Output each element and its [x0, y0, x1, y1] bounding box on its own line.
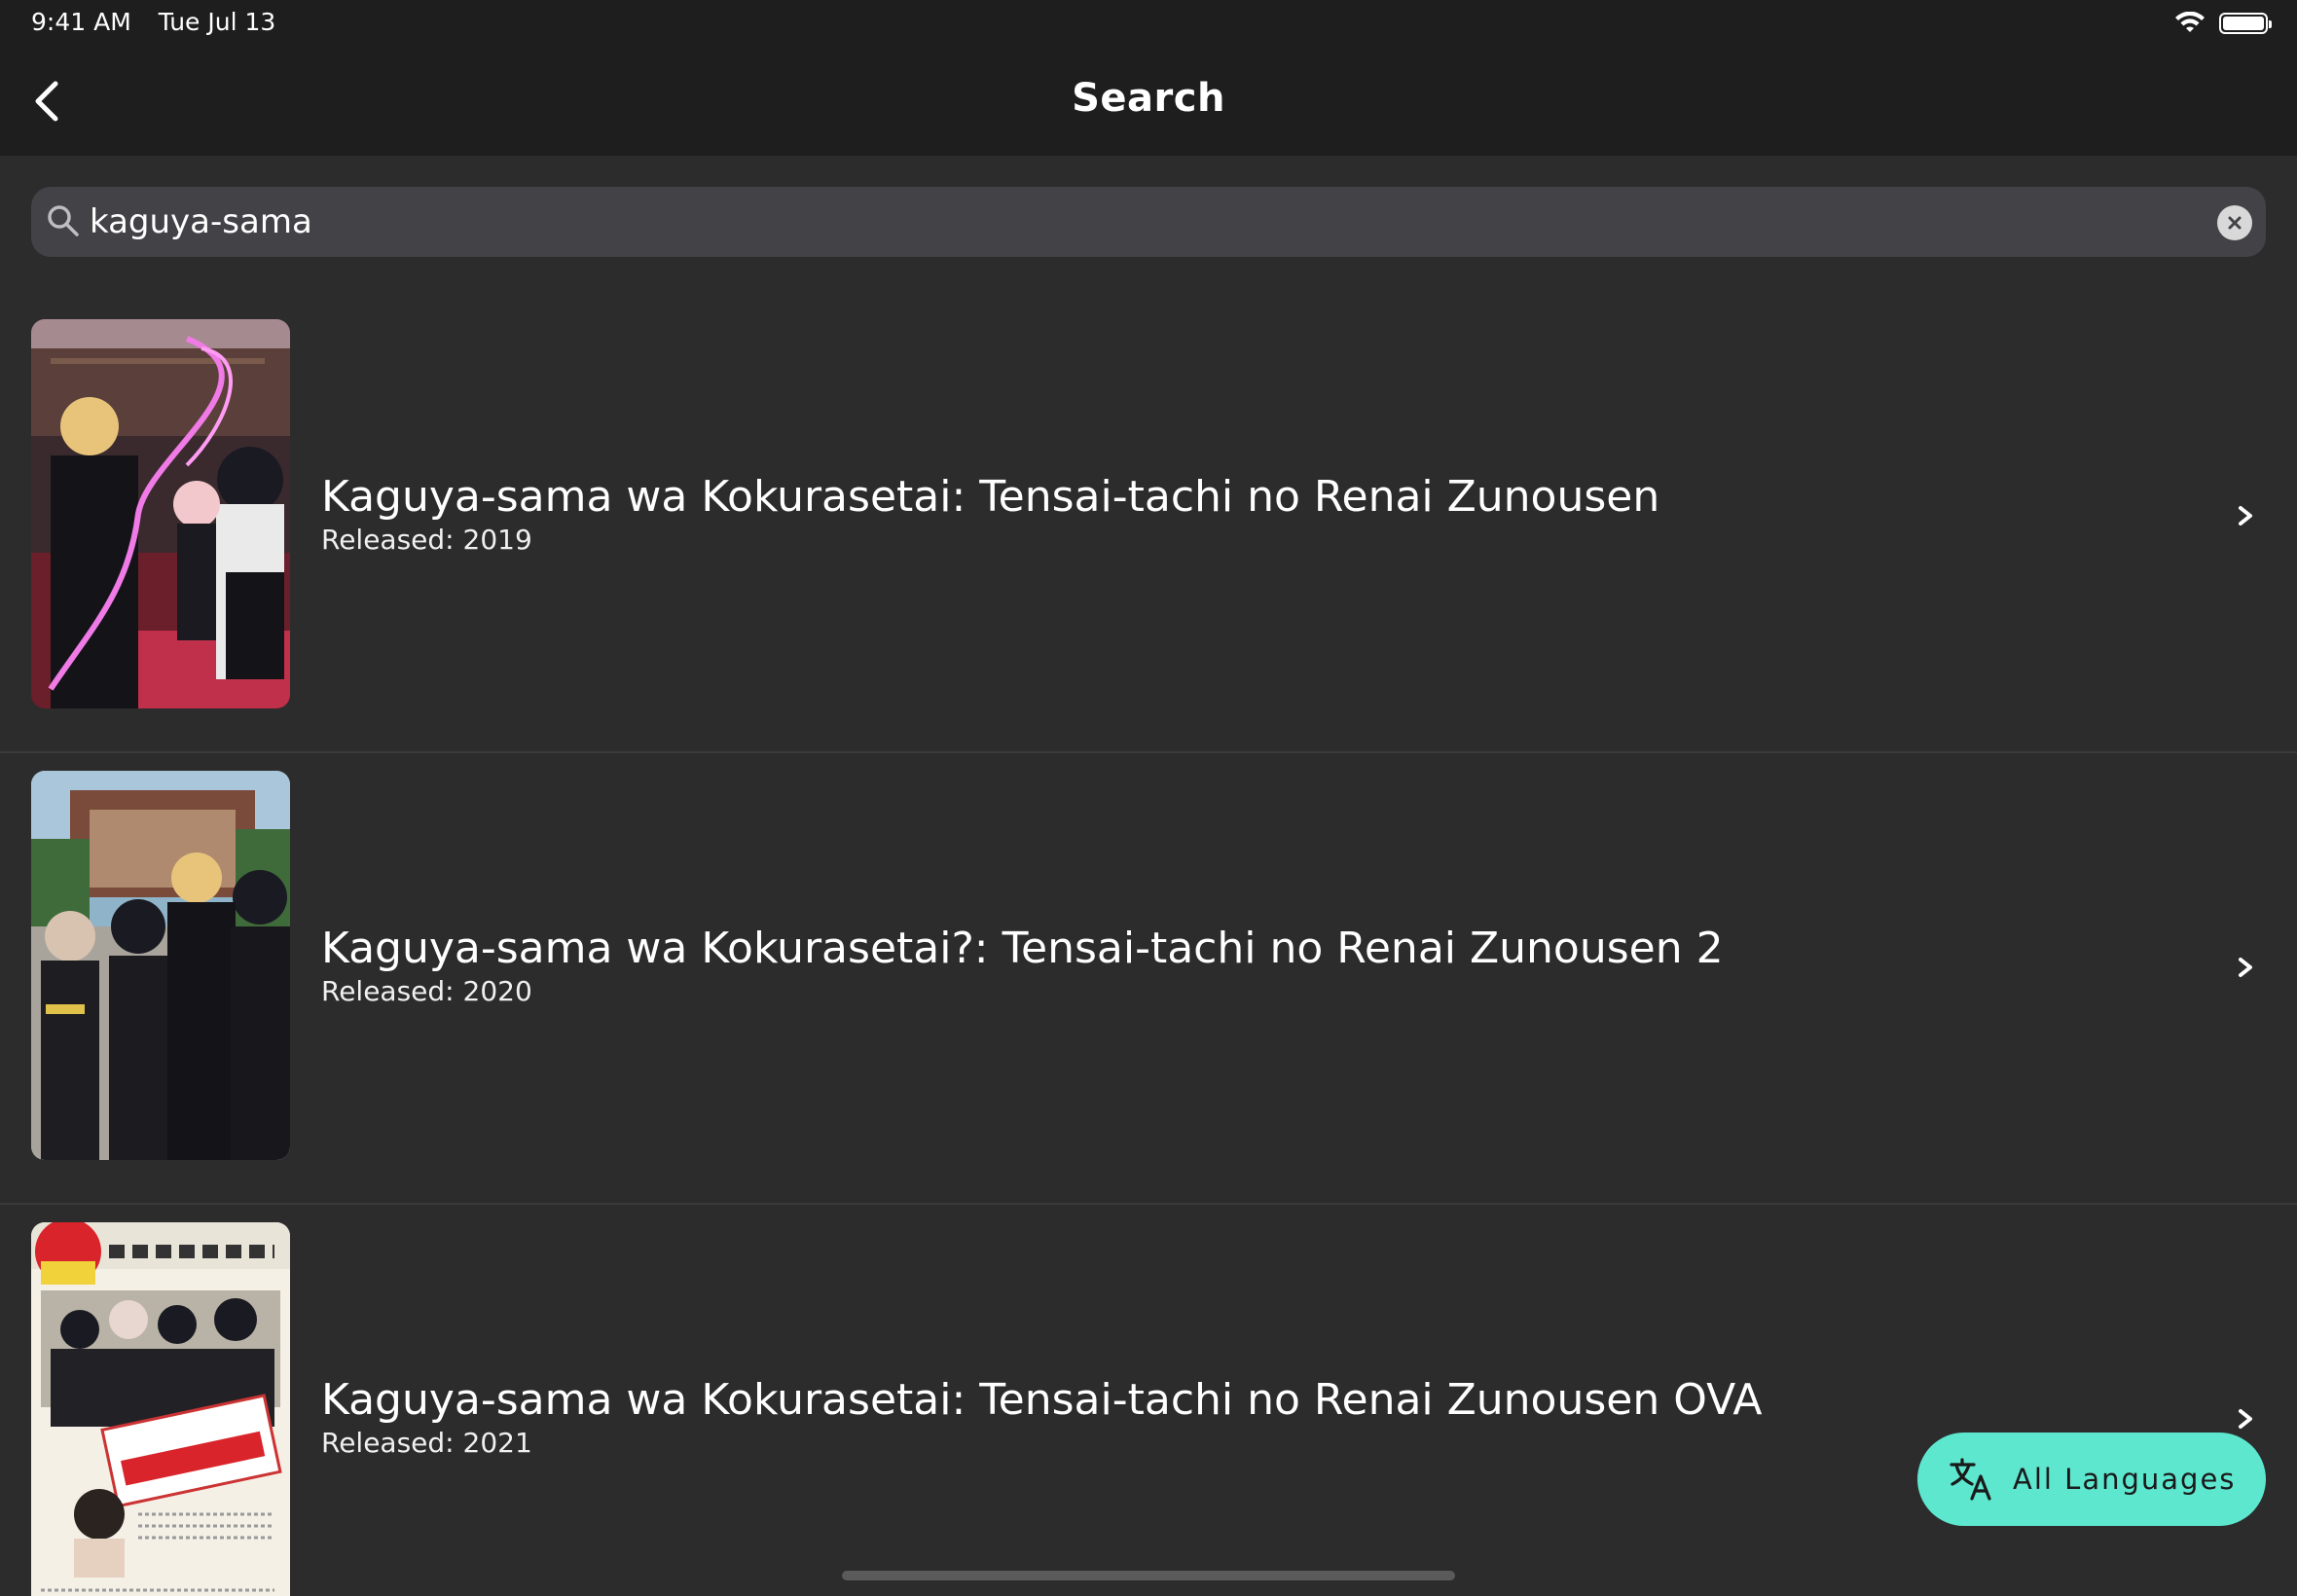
- status-date: Tue Jul 13: [158, 8, 276, 36]
- poster-season-2-image: [31, 771, 290, 1160]
- search-icon: [48, 205, 79, 236]
- chevron-right-icon: [2239, 958, 2252, 977]
- result-release-year: Released: 2019: [321, 524, 532, 556]
- wifi-icon: [2175, 12, 2205, 32]
- status-bar: 9:41 AM Tue Jul 13: [31, 8, 295, 36]
- search-bar: [31, 187, 2266, 257]
- app-screen: 9:41 AM Tue Jul 13 Search kaguya-sama Ka…: [0, 0, 2297, 1596]
- battery-icon: [2219, 13, 2272, 34]
- poster-ova-image: [31, 1222, 290, 1596]
- result-title: Kaguya-sama wa Kokurasetai: Tensai-tachi…: [321, 1375, 1763, 1425]
- status-time: 9:41 AM: [31, 8, 131, 36]
- translate-icon: [1950, 1458, 1991, 1501]
- navigation-bar: 9:41 AM Tue Jul 13 Search: [0, 0, 2297, 156]
- all-languages-button[interactable]: All Languages: [1917, 1433, 2266, 1526]
- result-row[interactable]: Kaguya-sama wa Kokurasetai: Tensai-tachi…: [0, 302, 2297, 753]
- result-row[interactable]: Kaguya-sama wa Kokurasetai: Tensai-tachi…: [0, 1205, 2297, 1596]
- close-icon: [2228, 216, 2242, 230]
- result-title: Kaguya-sama wa Kokurasetai: Tensai-tachi…: [321, 472, 1660, 522]
- result-release-year: Released: 2021: [321, 1427, 532, 1459]
- results-list: Kaguya-sama wa Kokurasetai: Tensai-tachi…: [0, 302, 2297, 1596]
- poster-season-1-image: [31, 319, 290, 708]
- result-title: Kaguya-sama wa Kokurasetai?: Tensai-tach…: [321, 924, 1724, 973]
- clear-search-button[interactable]: [2217, 205, 2252, 240]
- result-row[interactable]: Kaguya-sama wa Kokurasetai?: Tensai-tach…: [0, 753, 2297, 1205]
- result-release-year: Released: 2020: [321, 975, 532, 1007]
- chevron-right-icon: [2239, 506, 2252, 526]
- status-icons: [2174, 12, 2272, 35]
- all-languages-label: All Languages: [2013, 1463, 2237, 1496]
- chevron-right-icon: [2239, 1409, 2252, 1429]
- page-title: Search: [1072, 76, 1225, 121]
- search-input[interactable]: [90, 187, 2192, 257]
- home-indicator: [842, 1571, 1455, 1580]
